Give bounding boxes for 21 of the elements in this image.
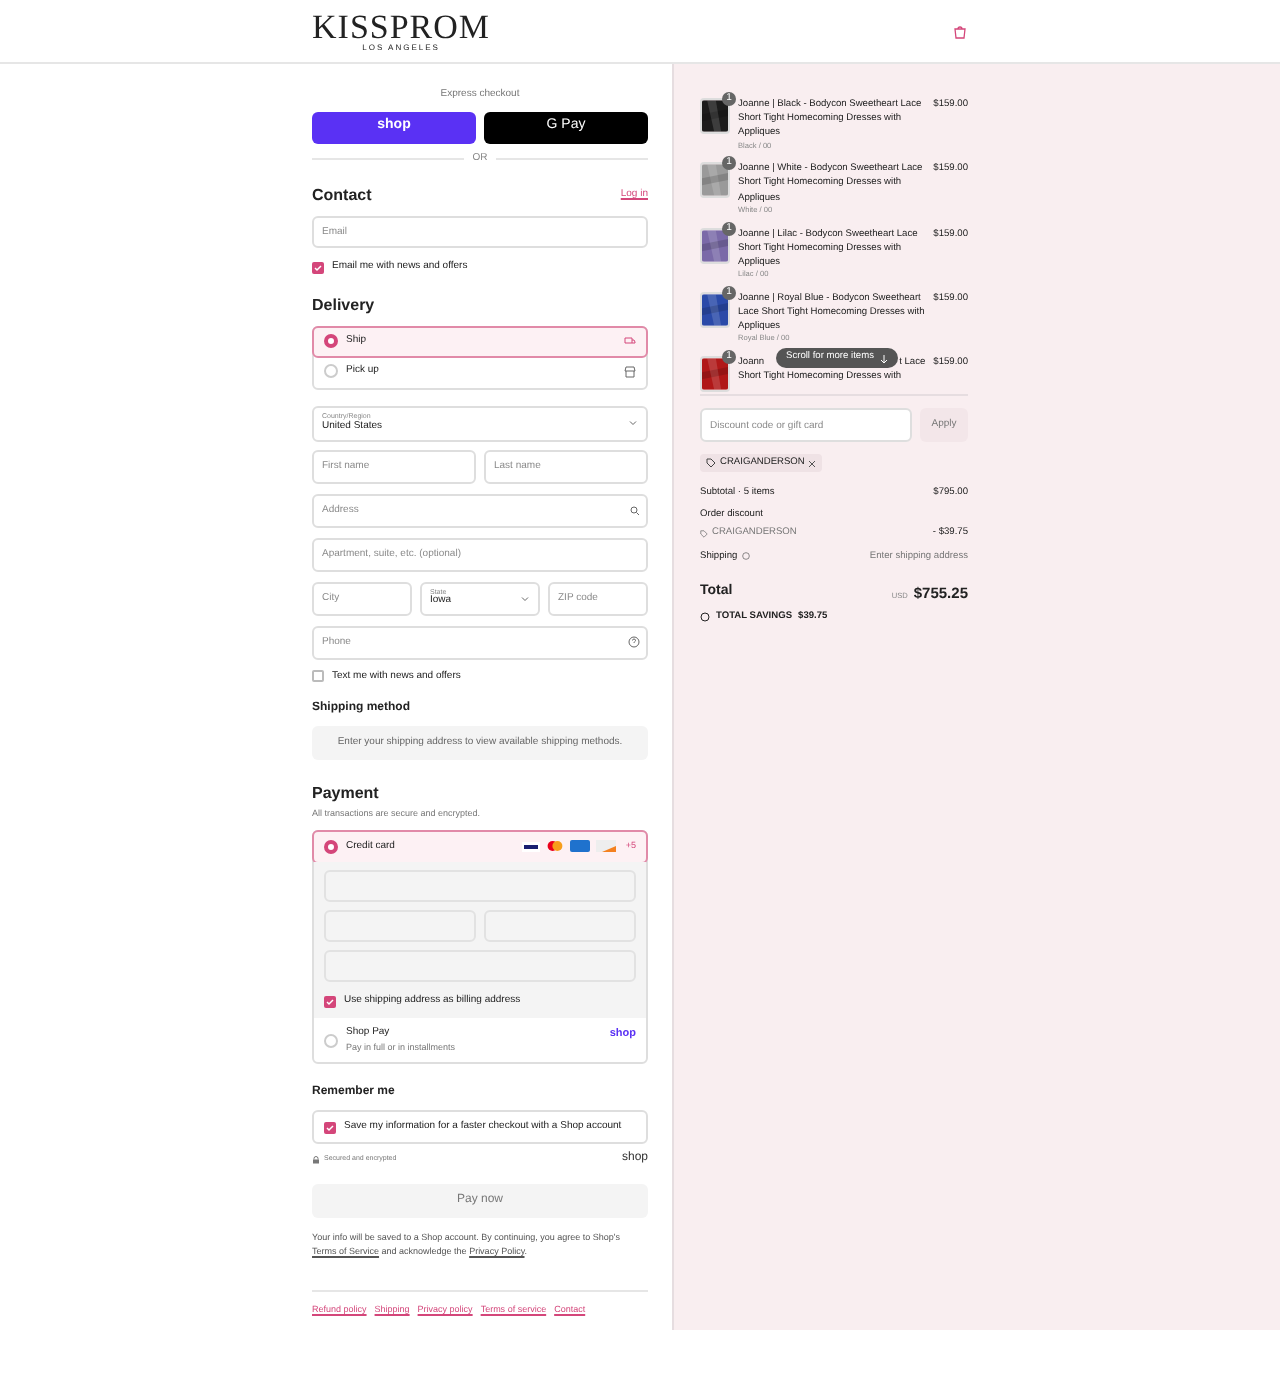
arrow-down-icon (879, 353, 888, 363)
radio-button[interactable] (324, 1033, 338, 1048)
card-logo-icon (595, 840, 616, 853)
shopping-bag-icon[interactable] (952, 23, 968, 39)
checkbox[interactable] (312, 670, 324, 683)
payment-heading: Payment (312, 782, 381, 806)
radio-button[interactable] (324, 334, 338, 348)
search-icon (630, 505, 640, 515)
lock-icon (312, 1155, 320, 1164)
delivery-heading: Delivery (312, 293, 377, 317)
close-icon[interactable] (808, 459, 817, 467)
radio-button[interactable] (324, 364, 338, 378)
logo[interactable]: KISSPROM (312, 10, 491, 44)
card-logo-icon (569, 840, 590, 853)
help-icon (741, 552, 750, 561)
radio-button[interactable] (324, 839, 338, 854)
chevron-down-icon (628, 418, 638, 428)
store-icon (624, 365, 636, 377)
chevron-down-icon (520, 593, 530, 603)
contact-heading: Contact (312, 184, 372, 208)
help-icon (628, 636, 640, 648)
